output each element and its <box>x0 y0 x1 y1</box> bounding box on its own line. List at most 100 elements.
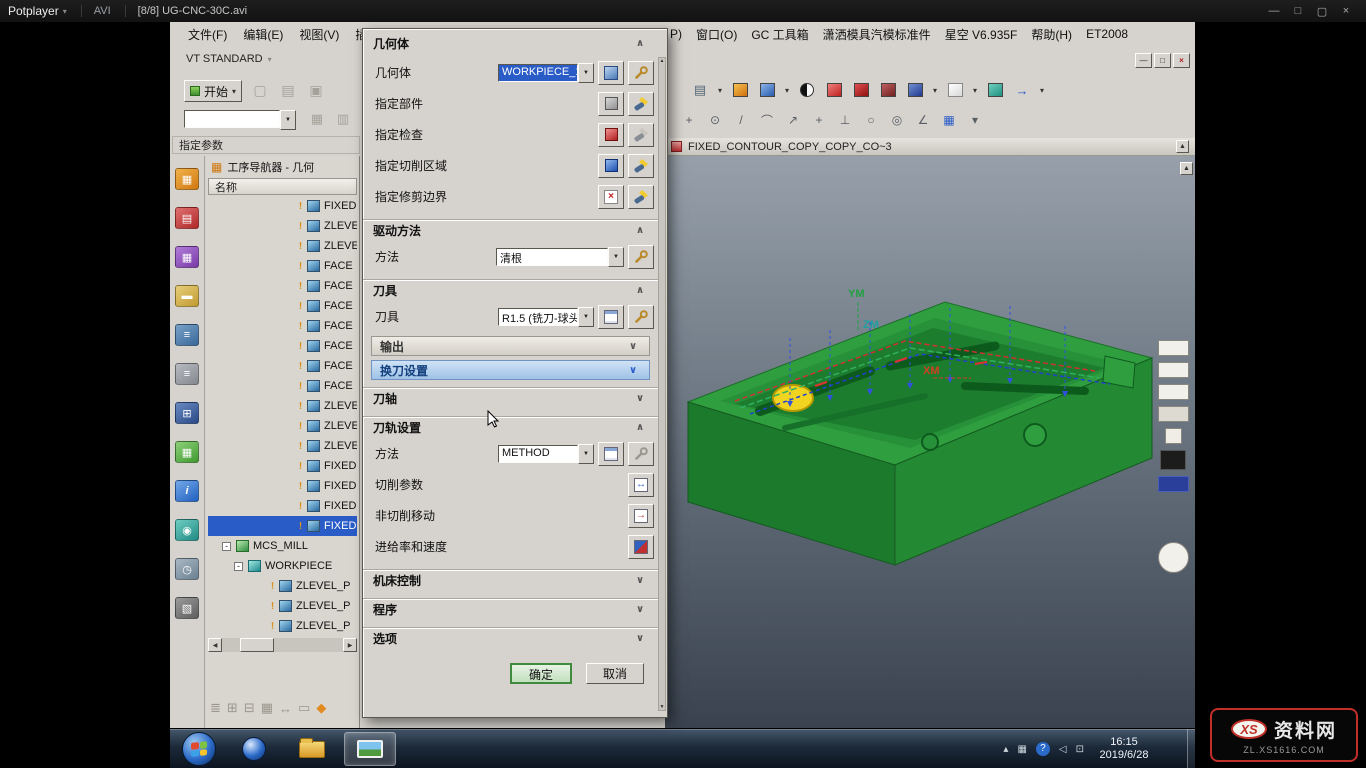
tool-axis-section[interactable]: 刀轴 ∨ <box>363 387 658 409</box>
select-trim-button[interactable]: × <box>598 185 624 209</box>
save-file-icon[interactable]: ▣ <box>306 80 326 100</box>
menu-item[interactable]: 文件(F) <box>188 26 227 43</box>
scroll-left-icon[interactable]: ◀ <box>208 638 222 652</box>
navigator-tool-icon[interactable]: ⊞ <box>227 700 238 716</box>
toolbar-icon[interactable]: → <box>1010 79 1034 101</box>
tool-combo[interactable]: R1.5 (铣刀-球头 ▼ <box>498 307 594 327</box>
menu-item[interactable]: 星空 V6.935F <box>945 26 1018 43</box>
expand-section-icon[interactable]: ∨ <box>632 604 648 615</box>
toolbar-icon[interactable] <box>822 79 846 101</box>
start-orb[interactable] <box>182 732 216 766</box>
collapse-strip-icon[interactable]: ▲ <box>1180 162 1193 175</box>
tree-row[interactable]: ! ZLEVEL_P <box>208 616 357 636</box>
snap-icon[interactable]: ⌒ <box>756 110 778 130</box>
new-geometry-button[interactable] <box>598 61 624 85</box>
snap-icon[interactable]: ○ <box>860 110 882 130</box>
restore-button[interactable]: □ <box>1154 53 1171 68</box>
resource-bar-icon[interactable]: ▦ <box>175 441 199 463</box>
resource-bar-icon[interactable]: ◷ <box>175 558 199 580</box>
snap-icon[interactable]: ▾ <box>964 110 986 130</box>
tree-row[interactable]: ! FACE <box>208 256 357 276</box>
tree-row[interactable]: ! FIXED <box>208 196 357 216</box>
navigator-tool-icon[interactable]: ▭ <box>298 700 310 716</box>
tree-row[interactable]: ! FACE <box>208 356 357 376</box>
snap-icon[interactable]: ◎ <box>886 110 908 130</box>
name-column-header[interactable]: 名称 <box>208 178 357 195</box>
snap-icon[interactable]: ⊙ <box>704 110 726 130</box>
collapse-section-icon[interactable]: ∧ <box>632 38 648 49</box>
collapse-section-icon[interactable]: ∧ <box>632 422 648 433</box>
navigator-tool-icon[interactable]: ≣ <box>210 700 221 716</box>
output-subsection[interactable]: 输出 ∨ <box>371 336 650 356</box>
select-part-button[interactable] <box>598 92 624 116</box>
side-tool-button[interactable] <box>1158 476 1189 492</box>
tray-icon[interactable]: ⊡ <box>1076 744 1084 755</box>
tree-row[interactable]: ! ZLEVEL <box>208 236 357 256</box>
horizontal-scrollbar[interactable]: ◀ ▶ <box>208 638 357 652</box>
navigator-tool-icon[interactable]: ▦ <box>261 700 273 716</box>
path-method-combo[interactable]: METHOD ▼ <box>498 444 594 464</box>
drive-method-combo[interactable]: 清根 ▼ <box>496 247 624 267</box>
resource-bar-icon[interactable]: ▦ <box>175 246 199 268</box>
minimize-button[interactable]: — <box>1135 53 1152 68</box>
tree-row[interactable]: ! ZLEVEL_P <box>208 596 357 616</box>
taskbar-app-viewer[interactable] <box>344 732 396 766</box>
menu-item[interactable]: 视图(V) <box>299 26 339 43</box>
menu-item[interactable]: ET2008 <box>1086 27 1128 41</box>
tray-icon[interactable]: ◁ <box>1059 744 1067 755</box>
toolbar-icon[interactable] <box>728 79 752 101</box>
geometry-combo[interactable]: WORKPIECE_1 ▼ <box>498 63 594 83</box>
navigator-tool-icon[interactable]: ⊟ <box>244 700 255 716</box>
tree-row[interactable]: ! ZLEVEL <box>208 416 357 436</box>
toolbar-icon[interactable]: ▾ <box>970 79 980 101</box>
combo-arrow-icon[interactable]: ▼ <box>578 444 594 464</box>
tool-section[interactable]: 刀具 ∧ <box>363 279 658 301</box>
new-tool-button[interactable] <box>598 305 624 329</box>
tree-row[interactable]: ! ZLEVEL <box>208 216 357 236</box>
select-filter-icon[interactable]: ▦ <box>308 110 326 128</box>
tree-row[interactable]: ! FACE <box>208 336 357 356</box>
tree-row[interactable]: ! FACE <box>208 316 357 336</box>
expand-section-icon[interactable]: ∨ <box>632 633 648 644</box>
toolbar-icon[interactable] <box>983 79 1007 101</box>
snap-icon[interactable]: ▦ <box>938 110 960 130</box>
resource-bar-icon[interactable]: ▧ <box>175 597 199 619</box>
menu-item[interactable]: P) <box>670 27 682 41</box>
cutting-params-button[interactable]: ↔ <box>628 473 654 497</box>
snap-icon[interactable]: + <box>808 110 830 130</box>
options-section[interactable]: 选项 ∨ <box>363 627 658 649</box>
tool-change-subsection[interactable]: 换刀设置 ∨ <box>371 360 650 380</box>
menu-item[interactable]: GC 工具箱 <box>751 26 808 43</box>
tree-row[interactable]: ! ZLEVEL_P <box>208 576 357 596</box>
combo-arrow-icon[interactable]: ▼ <box>280 110 296 130</box>
edit-geometry-button[interactable] <box>628 61 654 85</box>
tree-row[interactable]: ! FACE <box>208 276 357 296</box>
display-part-button[interactable] <box>628 92 654 116</box>
selection-scope-combo[interactable]: ▼ <box>184 110 296 130</box>
expand-section-icon[interactable]: ∨ <box>625 341 641 352</box>
feeds-button[interactable] <box>628 535 654 559</box>
window-control-button[interactable]: × <box>1334 5 1358 18</box>
tray-icon[interactable]: ? <box>1036 742 1050 756</box>
open-file-icon[interactable]: ▤ <box>278 80 298 100</box>
toolbar-icon[interactable] <box>903 79 927 101</box>
expand-section-icon[interactable]: ∨ <box>632 393 648 404</box>
tree-row[interactable]: ! FIXED <box>208 516 357 536</box>
collapse-section-icon[interactable]: ∧ <box>632 225 648 236</box>
snap-icon[interactable]: ↗ <box>782 110 804 130</box>
combo-arrow-icon[interactable]: ▼ <box>578 63 594 83</box>
program-section[interactable]: 程序 ∨ <box>363 598 658 620</box>
tree-row[interactable]: ! FIXED <box>208 456 357 476</box>
display-check-button[interactable] <box>628 123 654 147</box>
edit-drive-method-button[interactable] <box>628 245 654 269</box>
side-tool-button[interactable] <box>1158 542 1189 573</box>
navigator-tool-icon[interactable]: ↔ <box>279 701 292 716</box>
machine-control-section[interactable]: 机床控制 ∨ <box>363 569 658 591</box>
tree-row[interactable]: - ! MCS_MILL <box>208 536 357 556</box>
tree-row[interactable]: ! FACE <box>208 376 357 396</box>
toolbar-preset[interactable]: VT STANDARD ▾ <box>186 53 272 65</box>
ok-button[interactable]: 确定 <box>510 663 572 684</box>
combo-arrow-icon[interactable]: ▼ <box>608 247 624 267</box>
resource-bar-icon[interactable]: ▦ <box>175 168 199 190</box>
show-desktop-button[interactable] <box>1187 729 1195 768</box>
